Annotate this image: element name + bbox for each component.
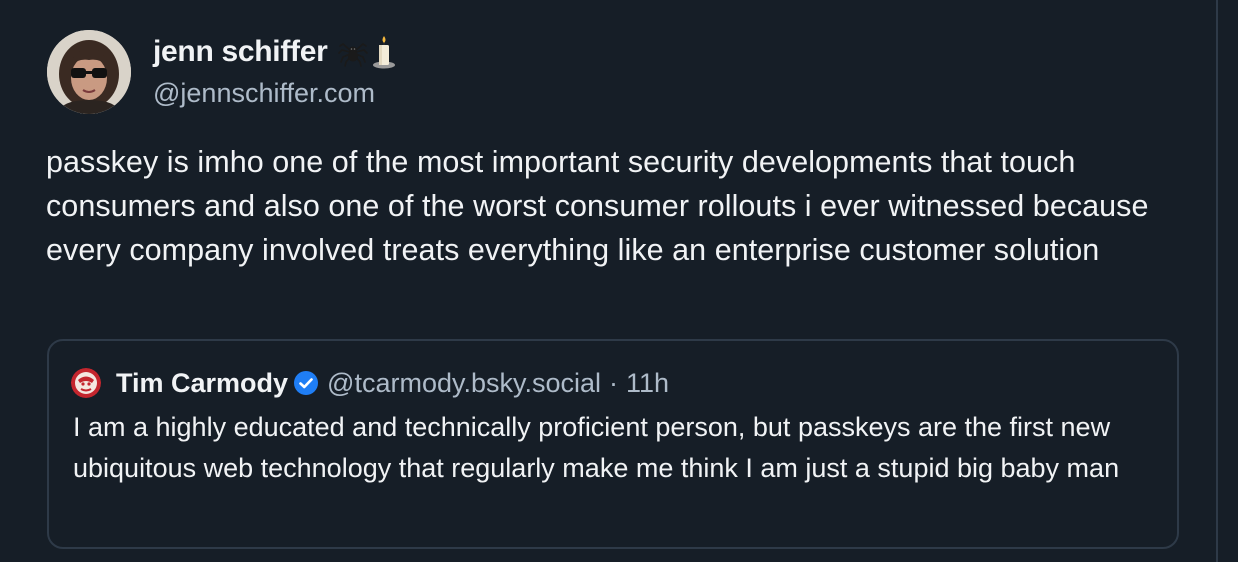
- name-emojis: [337, 35, 397, 69]
- author-name-row: jenn schiffer: [153, 30, 397, 74]
- quote-author-name[interactable]: Tim Carmody: [116, 368, 288, 399]
- spider-icon: [338, 42, 369, 67]
- quote-author-avatar[interactable]: [71, 368, 101, 398]
- post-text: passkey is imho one of the most importan…: [46, 145, 1149, 267]
- quote-header: Tim Carmody @tcarmody.bsky.social · 11h: [71, 365, 669, 401]
- author-display-name[interactable]: jenn schiffer: [153, 35, 328, 69]
- candle-icon: [373, 36, 396, 69]
- quote-post-text: I am a highly educated and technically p…: [73, 412, 1120, 483]
- meta-separator: ·: [609, 367, 619, 398]
- quote-timestamp[interactable]: 11h: [626, 368, 669, 399]
- post[interactable]: jenn schiffer @jennschiffer.com passkey …: [0, 0, 1212, 562]
- author-handle[interactable]: @jennschiffer.com: [153, 78, 375, 109]
- verified-badge-icon: [293, 370, 319, 396]
- column-divider: [1216, 0, 1218, 562]
- quote-author-handle[interactable]: @tcarmody.bsky.social: [327, 368, 601, 399]
- author-avatar[interactable]: [47, 30, 131, 114]
- quote-post-card[interactable]: Tim Carmody @tcarmody.bsky.social · 11h …: [47, 339, 1179, 549]
